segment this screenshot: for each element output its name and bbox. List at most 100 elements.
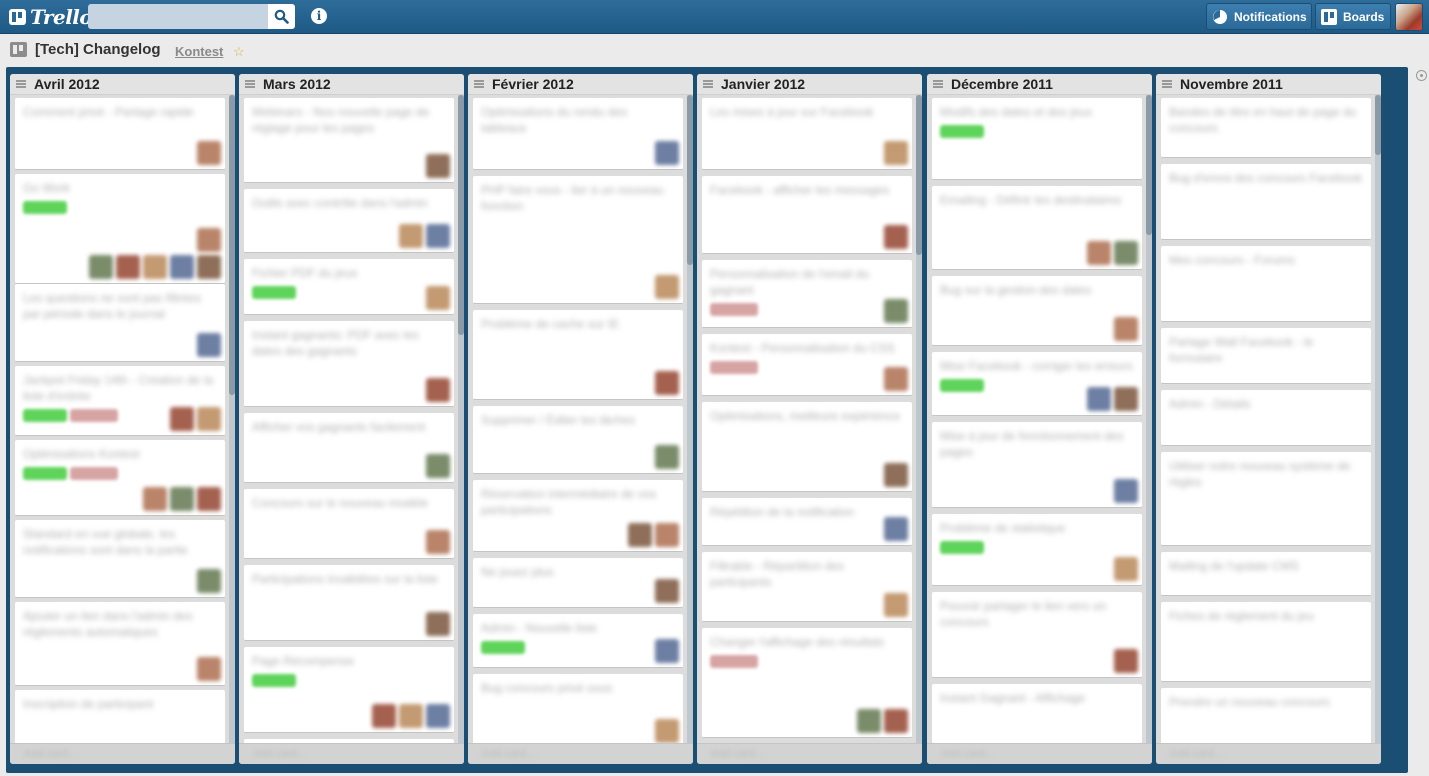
list-scrollbar[interactable] — [687, 95, 693, 743]
member-avatar[interactable] — [1114, 557, 1138, 581]
member-avatar[interactable] — [399, 224, 423, 248]
card[interactable]: Répétition de la notification — [702, 498, 912, 546]
card[interactable]: Optimisations, meilleure expérience — [702, 402, 912, 492]
card[interactable]: Inscription de participant — [15, 690, 225, 743]
search-input[interactable] — [88, 4, 268, 29]
add-card-link[interactable]: Add card… — [927, 743, 1152, 764]
list-menu-icon[interactable] — [933, 80, 943, 88]
card[interactable]: Modifs des dates et des jeux — [932, 98, 1142, 180]
list-title[interactable]: Avril 2012 — [34, 76, 100, 92]
card[interactable]: Participations invalidées sur la liste — [244, 565, 454, 641]
add-card-link[interactable]: Add card… — [10, 743, 235, 764]
card[interactable]: Réservation intermédiaire de vos partici… — [473, 480, 683, 552]
card[interactable]: Admin - Détails — [1161, 390, 1371, 446]
notifications-button[interactable]: Notifications — [1206, 3, 1312, 30]
card[interactable]: Mailing de l'update CMS — [1161, 552, 1371, 596]
trello-logo[interactable]: Trello — [9, 5, 93, 29]
scrollbar-thumb[interactable] — [1375, 95, 1381, 155]
list-title[interactable]: Mars 2012 — [263, 76, 331, 92]
card[interactable]: Go Work — [15, 174, 225, 284]
member-avatar[interactable] — [655, 141, 679, 165]
member-avatar[interactable] — [197, 228, 221, 252]
card[interactable]: Comment privé - Partage rapide — [15, 98, 225, 170]
boards-button[interactable]: Boards — [1315, 3, 1391, 30]
member-avatar[interactable] — [170, 487, 194, 511]
member-avatar[interactable] — [1087, 241, 1111, 265]
list-header[interactable]: Mars 2012 — [239, 74, 464, 95]
member-avatar[interactable] — [655, 639, 679, 663]
member-avatar[interactable] — [884, 141, 908, 165]
list-title[interactable]: Janvier 2012 — [721, 76, 805, 92]
member-avatar[interactable] — [399, 704, 423, 728]
list-scrollbar[interactable] — [916, 95, 922, 743]
member-avatar[interactable] — [884, 299, 908, 323]
list-header[interactable]: Janvier 2012 — [697, 74, 922, 95]
member-avatar[interactable] — [655, 275, 679, 299]
card[interactable]: Standard en vue globale, les notificatio… — [15, 520, 225, 598]
list-header[interactable]: Février 2012 — [468, 74, 693, 95]
member-avatar[interactable] — [1087, 387, 1111, 411]
member-avatar[interactable] — [655, 445, 679, 469]
card[interactable]: Supprimer / Éditer les tâches — [473, 406, 683, 474]
card[interactable]: Partage Wall Facebook - le formulaire — [1161, 328, 1371, 384]
card[interactable]: Mise Facebook - corriger les erreurs — [932, 352, 1142, 416]
card[interactable]: Prendre un nouveau concours — [1161, 688, 1371, 743]
board-org-link[interactable]: Kontest — [175, 44, 223, 59]
member-avatar[interactable] — [426, 286, 450, 310]
member-avatar[interactable] — [628, 523, 652, 547]
member-avatar[interactable] — [655, 719, 679, 743]
scrollbar-thumb[interactable] — [916, 95, 922, 255]
card[interactable]: Pouvoir partager le lien vers un concour… — [932, 592, 1142, 678]
member-avatar[interactable] — [143, 487, 167, 511]
member-avatar[interactable] — [655, 579, 679, 603]
member-avatar[interactable] — [426, 224, 450, 248]
info-icon[interactable]: i — [311, 8, 327, 24]
card[interactable]: Kontest - Personnalisation du CSS — [702, 334, 912, 396]
card[interactable]: Utiliser notre nouveau système de règles — [1161, 452, 1371, 546]
add-card-link[interactable]: Add card… — [239, 743, 464, 764]
member-avatar[interactable] — [426, 154, 450, 178]
add-card-link[interactable]: Add card… — [697, 743, 922, 764]
member-avatar[interactable] — [372, 704, 396, 728]
scrollbar-thumb[interactable] — [687, 95, 693, 265]
member-avatar[interactable] — [884, 709, 908, 733]
member-avatar[interactable] — [1114, 241, 1138, 265]
card[interactable]: Concours sur le nouveau modèle — [244, 489, 454, 559]
list-menu-icon[interactable] — [245, 80, 255, 88]
member-avatar[interactable] — [1114, 317, 1138, 341]
scrollbar-thumb[interactable] — [1146, 95, 1152, 235]
list-title[interactable]: Février 2012 — [492, 76, 574, 92]
card[interactable]: Bandes de titre en haut de page du conco… — [1161, 98, 1371, 158]
member-avatar[interactable] — [655, 371, 679, 395]
member-avatar[interactable] — [170, 407, 194, 431]
card[interactable]: Les questions ne sont pas filtrées par p… — [15, 284, 225, 362]
card[interactable]: Instant gagnants: PDF avec les dates des… — [244, 321, 454, 407]
member-avatar[interactable] — [1114, 649, 1138, 673]
member-avatar[interactable] — [89, 255, 113, 279]
card[interactable]: Changer l'affichage des résultats — [702, 628, 912, 738]
list-menu-icon[interactable] — [703, 80, 713, 88]
card[interactable]: Emailing - Définir les destinataires — [932, 186, 1142, 270]
card[interactable]: Jackpot Friday 14th - Création de la lis… — [15, 366, 225, 436]
member-avatar[interactable] — [884, 463, 908, 487]
card[interactable]: PHP faire vous - lier à un nouveau fonct… — [473, 176, 683, 304]
list-scrollbar[interactable] — [458, 95, 464, 743]
member-avatar[interactable] — [884, 517, 908, 541]
card[interactable]: Bug d'envoi des concours Facebook — [1161, 164, 1371, 240]
member-avatar[interactable] — [197, 333, 221, 357]
member-avatar[interactable] — [884, 593, 908, 617]
member-avatar[interactable] — [426, 378, 450, 402]
list-scrollbar[interactable] — [229, 95, 235, 743]
list-header[interactable]: Décembre 2011 — [927, 74, 1152, 95]
card[interactable]: Page Récompense — [244, 647, 454, 733]
board-settings-icon[interactable] — [1416, 70, 1427, 81]
card[interactable]: Facebook - afficher les messages — [702, 176, 912, 254]
card[interactable]: Bug concours privé sous — [473, 674, 683, 743]
card[interactable]: Instant Gagnant - Affichage — [932, 684, 1142, 743]
member-avatar[interactable] — [655, 523, 679, 547]
card[interactable]: Problème de statistique — [932, 514, 1142, 586]
card[interactable]: Fiches de réglement du jeu — [1161, 602, 1371, 682]
member-avatar[interactable] — [426, 704, 450, 728]
list-scrollbar[interactable] — [1146, 95, 1152, 743]
card[interactable]: Problème de cache sur IE — [473, 310, 683, 400]
